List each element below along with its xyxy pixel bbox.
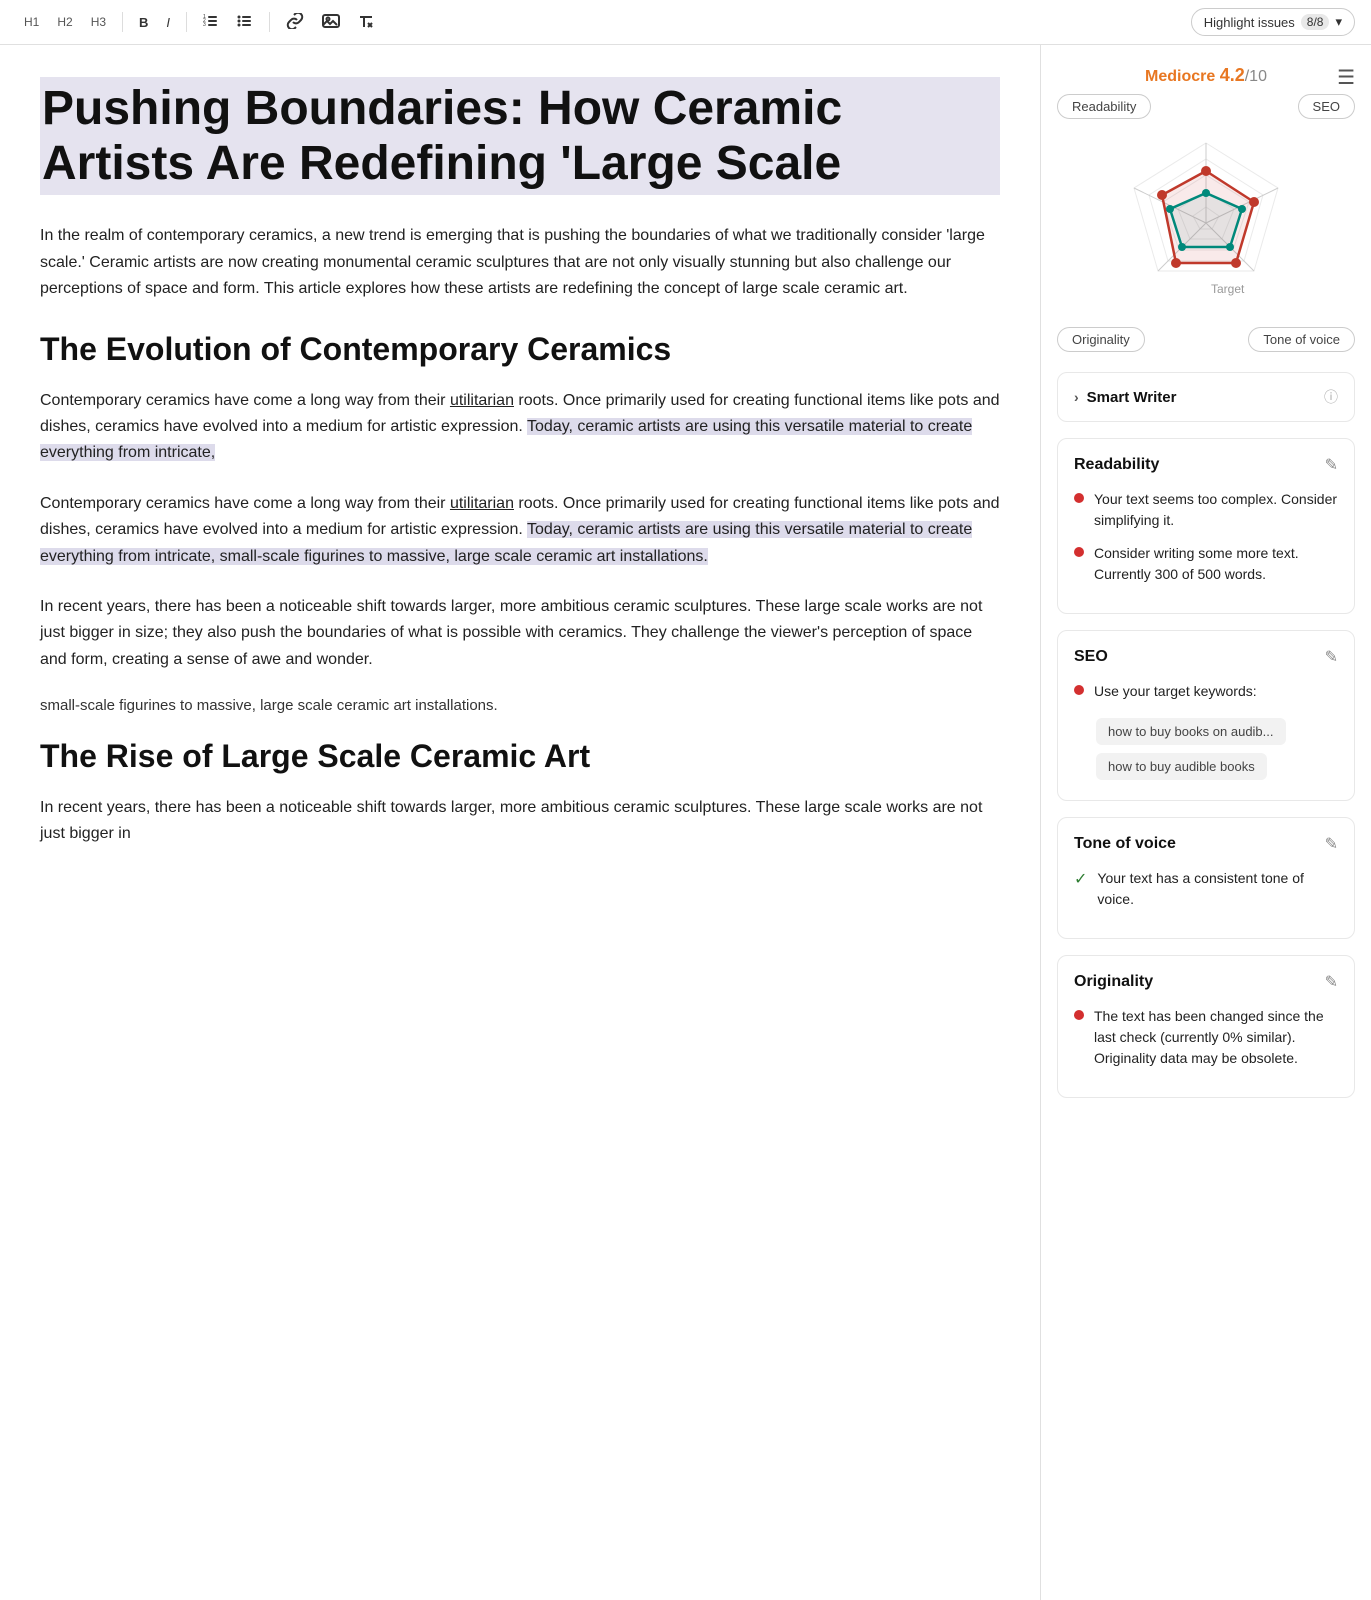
editor-pane[interactable]: Pushing Boundaries: How Ceramic Artists … [0, 45, 1041, 1600]
radar-tag-seo[interactable]: SEO [1298, 94, 1355, 119]
section2-heading: The Rise of Large Scale Ceramic Art [40, 738, 1000, 775]
red-dot-1 [1074, 493, 1084, 503]
underline-word-2: utilitarian [450, 495, 514, 512]
article-intro: In the realm of contemporary ceramics, a… [40, 223, 1000, 302]
svg-text:Target: Target [1211, 282, 1245, 296]
originality-text: The text has been changed since the last… [1094, 1006, 1338, 1069]
score-denom: /10 [1245, 68, 1267, 85]
insert-buttons [278, 9, 382, 36]
highlighted-sentence-1: Today, ceramic artists are using this ve… [40, 418, 972, 461]
seo-red-dot [1074, 685, 1084, 695]
para4: In recent years, there has been a notice… [40, 795, 1000, 848]
image-icon [322, 13, 340, 29]
h1-button[interactable]: H1 [16, 11, 47, 33]
toolbar: H1 H2 H3 B I 1 2 3 [0, 0, 1371, 45]
chevron-right-icon[interactable]: › [1074, 389, 1079, 405]
readability-text-2: Consider writing some more text. Current… [1094, 543, 1338, 585]
sidebar: ☰ Mediocre 4.2/10 Readability SEO [1041, 45, 1371, 1600]
ordered-list-button[interactable]: 1 2 3 [195, 9, 227, 36]
red-dot-2 [1074, 547, 1084, 557]
keyword-pills-container: how to buy books on audib... how to buy … [1094, 714, 1338, 784]
seo-item-1: Use your target keywords: [1074, 681, 1338, 702]
para1: Contemporary ceramics have come a long w… [40, 388, 1000, 467]
seo-intro-text: Use your target keywords: [1094, 681, 1257, 702]
originality-title: Originality [1074, 973, 1153, 991]
tone-edit-icon[interactable]: ✎ [1325, 834, 1338, 854]
sidebar-menu-icon[interactable]: ☰ [1337, 65, 1355, 90]
keyword-pill-1: how to buy books on audib... [1096, 718, 1286, 745]
main-container: Pushing Boundaries: How Ceramic Artists … [0, 45, 1371, 1600]
originality-item: The text has been changed since the last… [1074, 1006, 1338, 1069]
smart-writer-label: Smart Writer [1087, 389, 1177, 406]
score-number: 4.2 [1220, 65, 1245, 85]
score-mediocre: Mediocre [1145, 68, 1215, 85]
link-icon [286, 13, 304, 29]
divider-2 [186, 12, 187, 32]
seo-edit-icon[interactable]: ✎ [1325, 647, 1338, 667]
bold-button[interactable]: B [131, 11, 156, 34]
h2-button[interactable]: H2 [49, 11, 80, 33]
checkmark-icon: ✓ [1074, 868, 1087, 892]
smart-writer-header: › Smart Writer ⓘ [1074, 387, 1338, 407]
readability-title: Readability [1074, 456, 1159, 474]
clear-format-button[interactable] [350, 9, 382, 36]
link-button[interactable] [278, 9, 312, 36]
list-buttons: 1 2 3 [195, 9, 261, 36]
originality-edit-icon[interactable]: ✎ [1325, 972, 1338, 992]
seo-panel: SEO ✎ Use your target keywords: how to b… [1057, 630, 1355, 801]
divider-3 [269, 12, 270, 32]
tone-item: ✓ Your text has a consistent tone of voi… [1074, 868, 1338, 910]
highlight-count: 8/8 [1301, 14, 1330, 30]
tone-panel: Tone of voice ✎ ✓ Your text has a consis… [1057, 817, 1355, 939]
para2: Contemporary ceramics have come a long w… [40, 491, 1000, 570]
highlighted-sentence-2: Today, ceramic artists are using this ve… [40, 521, 972, 564]
readability-panel: Readability ✎ Your text seems too comple… [1057, 438, 1355, 614]
score-label: Mediocre 4.2/10 [1057, 65, 1355, 86]
article-title: Pushing Boundaries: How Ceramic Artists … [40, 77, 1000, 195]
italic-button[interactable]: I [158, 11, 178, 34]
score-section: Mediocre 4.2/10 Readability SEO [1057, 65, 1355, 356]
highlight-label: Highlight issues [1204, 15, 1295, 30]
tone-header: Tone of voice ✎ [1074, 834, 1338, 854]
list-ordered-icon: 1 2 3 [203, 13, 219, 29]
para3: In recent years, there has been a notice… [40, 594, 1000, 673]
radar-tag-originality[interactable]: Originality [1057, 327, 1145, 352]
divider-1 [122, 12, 123, 32]
svg-text:3: 3 [203, 22, 206, 28]
originality-panel: Originality ✎ The text has been changed … [1057, 955, 1355, 1098]
originality-red-dot [1074, 1010, 1084, 1020]
readability-edit-icon[interactable]: ✎ [1325, 455, 1338, 475]
h3-button[interactable]: H3 [83, 11, 114, 33]
seo-header: SEO ✎ [1074, 647, 1338, 667]
readability-item-2: Consider writing some more text. Current… [1074, 543, 1338, 585]
smart-writer-section: › Smart Writer ⓘ [1057, 372, 1355, 422]
unordered-list-button[interactable] [229, 9, 261, 36]
underline-word: utilitarian [450, 392, 514, 409]
highlight-issues-button[interactable]: Highlight issues 8/8 ▾ [1191, 8, 1355, 36]
format-buttons: B I [131, 11, 178, 34]
chevron-down-icon: ▾ [1335, 14, 1342, 30]
image-button[interactable] [314, 9, 348, 36]
seo-title: SEO [1074, 648, 1108, 666]
tone-title: Tone of voice [1074, 835, 1176, 853]
readability-text-1: Your text seems too complex. Consider si… [1094, 489, 1338, 531]
tone-text: Your text has a consistent tone of voice… [1097, 868, 1338, 910]
small-para: small-scale figurines to massive, large … [40, 697, 1000, 714]
radar-svg: Target [1106, 123, 1306, 323]
info-icon[interactable]: ⓘ [1324, 387, 1338, 407]
heading-buttons: H1 H2 H3 [16, 11, 114, 33]
clear-format-icon [358, 13, 374, 29]
readability-header: Readability ✎ [1074, 455, 1338, 475]
keyword-pill-2: how to buy audible books [1096, 753, 1267, 780]
radar-tag-readability[interactable]: Readability [1057, 94, 1151, 119]
radar-chart: Target [1057, 123, 1355, 323]
section1-heading: The Evolution of Contemporary Ceramics [40, 331, 1000, 368]
list-unordered-icon [237, 13, 253, 29]
radar-tag-tone[interactable]: Tone of voice [1248, 327, 1355, 352]
readability-item-1: Your text seems too complex. Consider si… [1074, 489, 1338, 531]
originality-header: Originality ✎ [1074, 972, 1338, 992]
smart-writer-title: › Smart Writer [1074, 389, 1176, 406]
